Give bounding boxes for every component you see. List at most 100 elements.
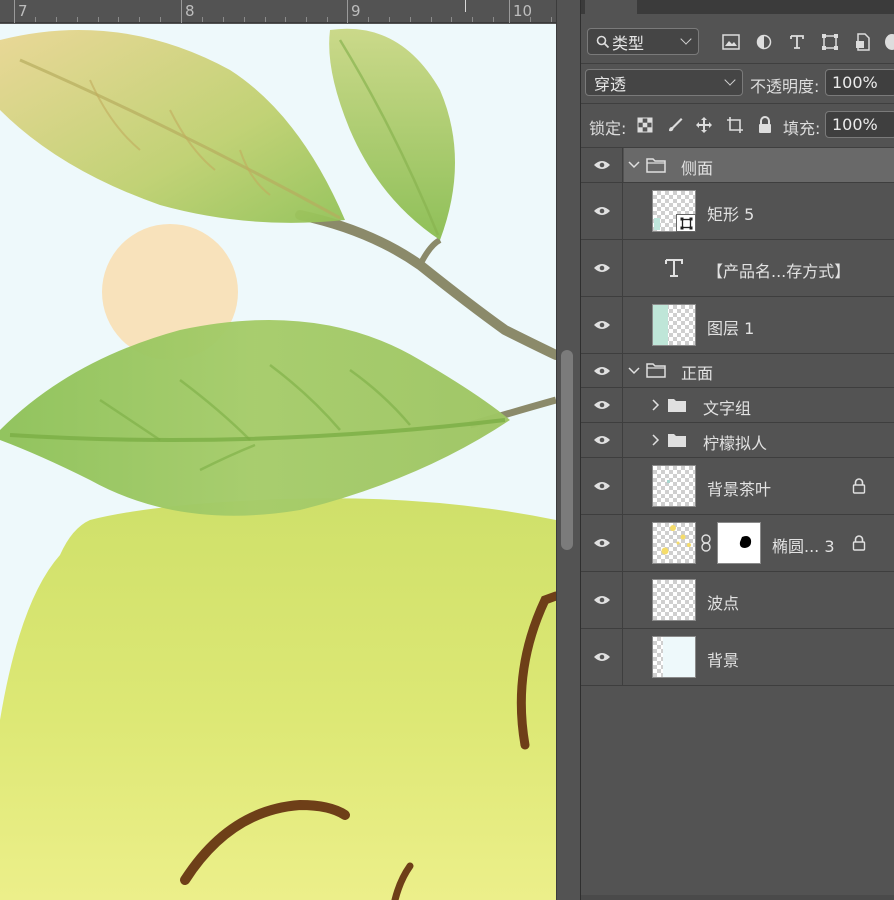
visibility-toggle[interactable] [581, 629, 623, 685]
lemon-body [0, 498, 556, 900]
layer-row[interactable]: 侧面 [581, 148, 894, 183]
document-canvas[interactable] [0, 24, 556, 900]
ruler-cursor-marker [465, 0, 466, 12]
folder-icon [646, 362, 666, 382]
lock-transparent-pixels-icon[interactable] [635, 115, 655, 135]
layer-name: 背景茶叶 [707, 480, 772, 499]
layer-row[interactable]: 图层 1 [581, 297, 894, 354]
filter-adjustment-icon[interactable] [754, 32, 774, 52]
ruler-minor-tick [56, 17, 57, 22]
visibility-toggle[interactable] [581, 297, 623, 353]
visibility-toggle[interactable] [581, 354, 623, 387]
ruler-minor-tick [327, 17, 328, 22]
thumbnail-content [663, 637, 695, 677]
layer-row[interactable]: 正面 [581, 354, 894, 388]
filter-toggle-icon[interactable] [881, 32, 894, 52]
divider [581, 103, 894, 104]
eye-icon [593, 539, 610, 547]
layer-body[interactable]: 文字组 [624, 388, 894, 422]
layer-thumbnail [652, 636, 696, 678]
layer-name: 侧面 [681, 159, 714, 178]
visibility-toggle[interactable] [581, 423, 623, 457]
layer-thumbnail [652, 304, 696, 346]
opacity-label: 不透明度: [750, 77, 820, 96]
layer-name: 矩形 5 [707, 205, 755, 224]
lock-image-pixels-icon[interactable] [665, 115, 685, 135]
chevron-down-icon[interactable] [628, 159, 640, 171]
layer-body[interactable]: 侧面 [624, 148, 894, 182]
tab-layers[interactable] [585, 0, 637, 14]
visibility-toggle[interactable] [581, 240, 623, 296]
layer-name: 椭圆... 3 [772, 537, 835, 556]
ruler-minor-tick [389, 17, 390, 22]
fill-label: 填充: [783, 119, 821, 138]
layer-row[interactable]: 矩形 5 [581, 183, 894, 240]
eye-icon [593, 161, 610, 169]
ruler-minor-tick [551, 17, 552, 22]
layer-body[interactable]: 正面 [624, 354, 894, 387]
layers-panel: 类型 穿透 不透明度: 100% 锁定: 填充: 100% 侧面 矩形 5 【产… [580, 0, 894, 900]
layer-body[interactable]: 【产品名...存方式】 [624, 240, 894, 296]
layer-row[interactable]: 【产品名...存方式】 [581, 240, 894, 297]
chevron-down-icon[interactable] [628, 365, 640, 377]
eye-icon [593, 436, 610, 444]
leaf-middle [0, 320, 510, 516]
filter-kind-label: 类型 [612, 33, 645, 53]
eye-icon [593, 401, 610, 409]
layer-body[interactable]: 背景 [624, 629, 894, 685]
visibility-toggle[interactable] [581, 183, 623, 239]
layer-name: 【产品名...存方式】 [707, 262, 851, 281]
layer-body[interactable]: 椭圆... 3 [624, 515, 894, 571]
layer-mask-thumbnail[interactable] [717, 522, 761, 564]
filter-smart-object-icon[interactable] [853, 32, 873, 52]
visibility-toggle[interactable] [581, 458, 623, 514]
fill-value: 100% [832, 115, 878, 134]
layer-body[interactable]: 柠檬拟人 [624, 423, 894, 457]
lock-artboard-icon[interactable] [725, 115, 745, 135]
shape-layer-badge-icon [676, 214, 696, 232]
layer-body[interactable]: 波点 [624, 572, 894, 628]
panel-tab-bar [581, 0, 894, 14]
eye-icon [593, 653, 610, 661]
filter-type-icon[interactable] [787, 32, 807, 52]
ruler-minor-tick [98, 17, 99, 22]
ruler-minor-tick [35, 17, 36, 22]
lock-all-icon[interactable] [755, 115, 775, 135]
visibility-toggle[interactable] [581, 515, 623, 571]
layer-filter-select[interactable]: 类型 [587, 28, 699, 55]
layer-body[interactable]: 背景茶叶 [624, 458, 894, 514]
layer-row[interactable]: 文字组 [581, 388, 894, 423]
layer-body[interactable]: 图层 1 [624, 297, 894, 353]
visibility-toggle[interactable] [581, 572, 623, 628]
horizontal-ruler[interactable]: 7 8 9 10 [0, 0, 556, 23]
link-chain-icon[interactable] [700, 534, 712, 556]
chevron-right-icon[interactable] [650, 434, 662, 446]
ruler-minor-tick [265, 17, 266, 22]
blend-mode-select[interactable]: 穿透 [585, 69, 743, 96]
filter-pixel-icon[interactable] [721, 32, 741, 52]
eye-icon [593, 596, 610, 604]
filter-shape-icon[interactable] [820, 32, 840, 52]
lock-label: 锁定: [589, 119, 627, 138]
ruler-minor-tick [223, 17, 224, 22]
divider [581, 63, 894, 64]
layer-row[interactable]: 柠檬拟人 [581, 423, 894, 458]
layer-row[interactable]: 椭圆... 3 [581, 515, 894, 572]
layer-row[interactable]: 波点 [581, 572, 894, 629]
fill-input[interactable]: 100% [825, 111, 894, 138]
eye-icon [593, 321, 610, 329]
layer-name: 背景 [707, 651, 740, 670]
ruler-minor-tick [160, 17, 161, 22]
visibility-toggle[interactable] [581, 388, 623, 422]
scrollbar-thumb[interactable] [561, 350, 573, 550]
layer-thumbnail [652, 579, 696, 621]
chevron-right-icon[interactable] [650, 399, 662, 411]
layer-row[interactable]: 背景 [581, 629, 894, 686]
ruler-minor-tick [306, 17, 307, 22]
layer-row[interactable]: 背景茶叶 [581, 458, 894, 515]
lock-position-icon[interactable] [694, 115, 714, 135]
visibility-toggle[interactable] [581, 148, 623, 182]
layer-body[interactable]: 矩形 5 [624, 183, 894, 239]
opacity-input[interactable]: 100% [825, 69, 894, 96]
layer-name: 波点 [707, 594, 740, 613]
